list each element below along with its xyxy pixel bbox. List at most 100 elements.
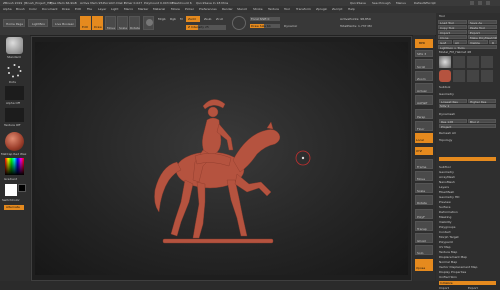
- brush-thumbnail[interactable]: [6, 37, 23, 54]
- menu-alpha[interactable]: Alpha: [3, 8, 12, 11]
- load-tool-button[interactable]: Load Tool: [438, 20, 467, 24]
- see-through-control[interactable]: See-through: [372, 1, 390, 5]
- tool-thumb-polymesh[interactable]: [467, 56, 479, 68]
- tool-thumb-eraser[interactable]: [467, 70, 479, 82]
- menu-transform[interactable]: Transform: [296, 8, 311, 11]
- geometry-section[interactable]: Geometry: [439, 93, 454, 96]
- menu-material[interactable]: Material: [153, 8, 165, 11]
- menu-picker[interactable]: Picker: [185, 8, 194, 11]
- aahalf-button[interactable]: AAHalf: [415, 95, 433, 105]
- tool-thumb-sphere[interactable]: [439, 56, 451, 68]
- local-button[interactable]: Local: [415, 133, 433, 143]
- live-boolean-button[interactable]: Live Boolean: [52, 19, 76, 27]
- tool-thumb-polysphere[interactable]: [481, 70, 493, 82]
- clone-button[interactable]: Clone: [438, 35, 467, 39]
- move-view-button[interactable]: Move: [415, 171, 433, 181]
- scroll-button[interactable]: Scroll: [415, 59, 433, 69]
- subtool-item-17[interactable]: UV Map: [439, 246, 451, 249]
- subtool-item-20[interactable]: Normal Map: [439, 261, 457, 264]
- mrgb-button[interactable]: Mrgb: [158, 18, 166, 21]
- move-button[interactable]: Move: [105, 16, 116, 30]
- solo-button[interactable]: Solo: [415, 245, 433, 255]
- alpha-thumbnail[interactable]: [5, 86, 24, 100]
- subtool-item-12[interactable]: Visibility: [439, 221, 452, 224]
- blur-slider[interactable]: Blur 2: [468, 119, 496, 123]
- subtool-item-9[interactable]: Surface: [439, 206, 450, 209]
- all-button[interactable]: All: [453, 40, 467, 44]
- subtool-item-11[interactable]: Masking: [439, 216, 451, 219]
- menu-edit[interactable]: Edit: [75, 8, 81, 11]
- menu-texture[interactable]: Texture: [268, 8, 279, 11]
- menus-button[interactable]: Menus: [396, 1, 406, 5]
- menu-macro[interactable]: Macro: [124, 8, 133, 11]
- subtool-item-6[interactable]: FiberMesh: [439, 191, 454, 194]
- subtool-item-15[interactable]: Morph Target: [439, 236, 459, 239]
- r-button[interactable]: R: [489, 40, 497, 44]
- goz-button[interactable]: GoZ: [438, 40, 452, 44]
- secondary-color-swatch[interactable]: [18, 184, 26, 192]
- brush-preview-button[interactable]: [143, 16, 154, 30]
- menu-stencil[interactable]: Stencil: [237, 8, 247, 11]
- bpr-button[interactable]: BPR: [415, 39, 433, 48]
- close-icon[interactable]: [486, 1, 490, 5]
- subtool-item-3[interactable]: ArrayMesh: [439, 176, 455, 179]
- subtool-item-23[interactable]: Unified Skin: [439, 276, 457, 279]
- edit-button[interactable]: Edit: [80, 16, 91, 30]
- menu-draw[interactable]: Draw: [62, 8, 70, 11]
- tool-thumb-star[interactable]: [481, 56, 493, 68]
- quicksave-button[interactable]: QuickSave: [350, 1, 366, 5]
- menu-brush[interactable]: Brush: [16, 8, 25, 11]
- minimize-icon[interactable]: [470, 1, 474, 5]
- zoom-button[interactable]: Zoom: [415, 71, 433, 81]
- subtool-item-21[interactable]: Vector Displacement Map: [439, 266, 477, 269]
- menu-movie[interactable]: Movie: [171, 8, 180, 11]
- switch-color-button[interactable]: SwitchColor: [2, 199, 20, 202]
- subtool-item-13[interactable]: Polygroups: [439, 226, 455, 229]
- subtool-item-1[interactable]: SubTool: [439, 166, 451, 169]
- menu-file[interactable]: File: [87, 8, 92, 11]
- draw-button[interactable]: Draw: [92, 16, 103, 30]
- home-page-button[interactable]: Home Page: [3, 19, 25, 27]
- texture-thumbnail[interactable]: [5, 108, 24, 122]
- tool-thumb-cylinder[interactable]: [453, 56, 465, 68]
- visible-button[interactable]: Visible: [468, 40, 488, 44]
- rgb-button[interactable]: Rgb: [170, 18, 176, 21]
- active-subtool-bar[interactable]: [439, 157, 496, 161]
- dynamesh-section[interactable]: Dynamesh: [439, 113, 455, 116]
- initialize-button[interactable]: Initialize: [439, 281, 496, 285]
- scale-view-button[interactable]: Scale: [415, 183, 433, 193]
- import-button[interactable]: Import: [438, 30, 467, 34]
- menu-marker[interactable]: Marker: [138, 8, 148, 11]
- make-polymesh-button[interactable]: Make PolyMesh3D: [468, 35, 497, 39]
- subtool-item-4[interactable]: NanoMesh: [439, 181, 455, 184]
- menu-preferences[interactable]: Preferences: [199, 8, 217, 11]
- menu-tool[interactable]: Tool: [284, 8, 290, 11]
- lightbox-button[interactable]: LightBox: [28, 19, 48, 27]
- lower-res-button[interactable]: Lowest Res: [439, 99, 467, 103]
- save-as-button[interactable]: Save As: [468, 20, 497, 24]
- menu-layer[interactable]: Layer: [98, 8, 106, 11]
- m-button[interactable]: M: [180, 18, 183, 21]
- focal-dial-icon[interactable]: [232, 16, 246, 30]
- document-canvas[interactable]: [35, 42, 408, 275]
- zcut-button[interactable]: Zcut: [216, 18, 223, 21]
- transp-button[interactable]: Transp: [415, 221, 433, 231]
- tool-thumb-model[interactable]: [439, 70, 451, 82]
- topology-section[interactable]: Topology: [439, 139, 452, 142]
- subtool-item-14[interactable]: Contact: [439, 231, 451, 234]
- xyz-button[interactable]: XYZ: [415, 147, 433, 155]
- higher-res-button[interactable]: Higher Res: [468, 99, 496, 103]
- export-button[interactable]: Export: [468, 30, 497, 34]
- subtool-item-19[interactable]: Displacement Map: [439, 256, 467, 259]
- subtool-item-10[interactable]: Deformation: [439, 211, 458, 214]
- subtool-item-8[interactable]: Preview: [439, 201, 451, 204]
- project-button[interactable]: Project: [439, 124, 496, 128]
- res-slider[interactable]: Res 128: [439, 119, 467, 123]
- remesh-all-section[interactable]: Remesh All: [439, 132, 456, 135]
- polyf-button[interactable]: PolyF: [415, 209, 433, 219]
- default-zscript-button[interactable]: DefaultZScript: [414, 1, 436, 5]
- copy-tool-button[interactable]: Copy Tool: [438, 25, 467, 29]
- main-color-swatch[interactable]: [5, 184, 17, 196]
- actual-button[interactable]: Actual: [415, 83, 433, 93]
- stroke-thumbnail[interactable]: [6, 62, 23, 79]
